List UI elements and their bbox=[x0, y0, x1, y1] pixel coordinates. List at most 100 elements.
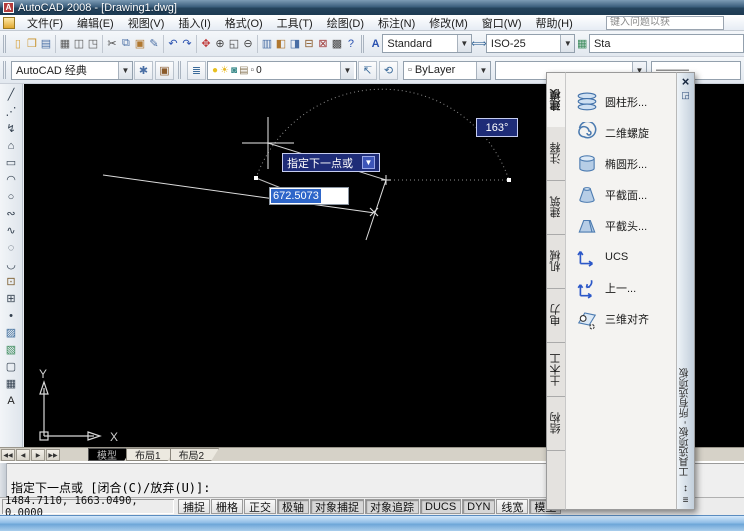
menu-modify[interactable]: 修改(M) bbox=[422, 14, 475, 32]
tool-elliptical-cylinder[interactable]: 椭圆形... bbox=[576, 152, 672, 176]
status-snap-toggle[interactable]: 捕捉 bbox=[178, 499, 210, 514]
layer-combo[interactable]: ● ☀ ◙ ▤ ▫ 0 ▼ bbox=[207, 61, 357, 80]
revision-cloud-button[interactable]: ∾ bbox=[2, 205, 21, 222]
tool-ucs[interactable]: UCS bbox=[576, 245, 672, 269]
status-dyn-toggle[interactable]: DYN bbox=[462, 499, 495, 514]
polygon-button[interactable]: ⌂ bbox=[2, 137, 21, 154]
menu-draw[interactable]: 绘图(D) bbox=[320, 14, 371, 32]
tab-nav-first[interactable]: ◀◀ bbox=[1, 449, 15, 461]
make-object-layer-current-button[interactable]: ↸ bbox=[358, 61, 377, 80]
bulb-icon[interactable]: ● bbox=[212, 65, 218, 76]
publish-button[interactable]: ◳ bbox=[86, 34, 100, 53]
gradient-button[interactable]: ▧ bbox=[2, 341, 21, 358]
autohide-icon[interactable]: ◲ bbox=[681, 89, 690, 101]
workspace-combo[interactable]: AutoCAD 经典 ▼ bbox=[11, 61, 133, 80]
palette-tab-architectural[interactable]: 建筑 bbox=[547, 181, 565, 235]
point-button[interactable]: • bbox=[2, 307, 21, 324]
color-combo[interactable]: ▫ ByLayer ▼ bbox=[403, 61, 491, 80]
sun-icon[interactable]: ☀ bbox=[220, 65, 229, 76]
toolbar-grip[interactable] bbox=[361, 35, 366, 53]
undo-button[interactable]: ↶ bbox=[166, 34, 180, 53]
circle-button[interactable]: ○ bbox=[2, 188, 21, 205]
palette-tab-modeling[interactable]: 建模 bbox=[547, 73, 565, 127]
palette-tab-civil[interactable]: 土木工 bbox=[547, 343, 565, 397]
save-button[interactable]: ▤ bbox=[39, 34, 53, 53]
menu-edit[interactable]: 编辑(E) bbox=[70, 14, 121, 32]
palette-tab-structural[interactable]: 结构 bbox=[547, 397, 565, 451]
status-polar-toggle[interactable]: 极轴 bbox=[277, 499, 309, 514]
help-button[interactable]: ? bbox=[344, 34, 358, 53]
polyline-button[interactable]: ↯ bbox=[2, 120, 21, 137]
tool-3d-align[interactable]: 三维对齐 bbox=[576, 307, 672, 331]
plot-preview-button[interactable]: ◫ bbox=[72, 34, 86, 53]
dim-style-icon[interactable]: ⟺ bbox=[472, 34, 486, 53]
table-button[interactable]: ▦ bbox=[2, 375, 21, 392]
layer-previous-button[interactable]: ⟲ bbox=[379, 61, 398, 80]
markup-set-manager-button[interactable]: ⊠ bbox=[316, 34, 330, 53]
layer-properties-icon[interactable]: ≣ bbox=[187, 61, 206, 80]
chevron-down-icon[interactable]: ▼ bbox=[560, 35, 574, 52]
toolbar-grip[interactable] bbox=[3, 35, 8, 53]
zoom-realtime-button[interactable]: ⊕ bbox=[213, 34, 227, 53]
status-ducs-toggle[interactable]: DUCS bbox=[420, 499, 461, 514]
text-style-icon[interactable]: A bbox=[369, 34, 383, 53]
palette-tab-annotation[interactable]: 注释 bbox=[547, 127, 565, 181]
command-resize-grip[interactable] bbox=[0, 463, 7, 497]
dyn-options-icon[interactable]: ▼ bbox=[362, 156, 375, 169]
tab-model[interactable]: 模型 bbox=[88, 448, 132, 461]
toolbar-grip[interactable] bbox=[3, 61, 8, 79]
resize-icon[interactable]: ↕ bbox=[683, 483, 688, 495]
multiline-text-button[interactable]: A bbox=[2, 392, 21, 409]
status-osnap-toggle[interactable]: 对象捕捉 bbox=[310, 499, 364, 514]
ellipse-button[interactable]: ◌ bbox=[2, 239, 21, 256]
table-style-combo[interactable]: Sta bbox=[589, 34, 744, 53]
menu-help[interactable]: 帮助(H) bbox=[529, 14, 580, 32]
tab-layout1[interactable]: 布局1 bbox=[126, 448, 176, 461]
tool-ucs-previous[interactable]: 上一... bbox=[576, 276, 672, 300]
designcenter-button[interactable]: ◧ bbox=[274, 34, 288, 53]
table-style-icon[interactable]: ▦ bbox=[575, 34, 589, 53]
arc-button[interactable]: ◠ bbox=[2, 171, 21, 188]
construction-line-button[interactable]: ⋰ bbox=[2, 103, 21, 120]
drawing-doc-icon[interactable] bbox=[3, 17, 15, 29]
paste-button[interactable]: ▣ bbox=[133, 34, 147, 53]
tool-cone-frustum[interactable]: 平截面... bbox=[576, 183, 672, 207]
spline-button[interactable]: ∿ bbox=[2, 222, 21, 239]
rectangle-button[interactable]: ▭ bbox=[2, 154, 21, 171]
chevron-down-icon[interactable]: ▼ bbox=[340, 62, 354, 79]
tool-cylindrical-helix[interactable]: 圆柱形... bbox=[576, 90, 672, 114]
status-grid-toggle[interactable]: 栅格 bbox=[211, 499, 243, 514]
ellipse-arc-button[interactable]: ◡ bbox=[2, 256, 21, 273]
menu-insert[interactable]: 插入(I) bbox=[171, 14, 217, 32]
coordinate-readout[interactable]: 1484.7110, 1663.0490, 0.0000 bbox=[2, 499, 174, 514]
status-lineweight-toggle[interactable]: 线宽 bbox=[496, 499, 528, 514]
menu-file[interactable]: 文件(F) bbox=[20, 14, 70, 32]
dynamic-input-field[interactable]: 672.5073 bbox=[269, 187, 349, 205]
menu-dimension[interactable]: 标注(N) bbox=[371, 14, 422, 32]
dim-style-combo[interactable]: ISO-25 ▼ bbox=[486, 34, 575, 53]
plot-icon[interactable]: ▤ bbox=[239, 65, 248, 76]
cut-button[interactable]: ✂ bbox=[105, 34, 119, 53]
line-button[interactable]: ╱ bbox=[2, 86, 21, 103]
workspace-settings-button[interactable]: ✱ bbox=[134, 61, 153, 80]
close-icon[interactable]: × bbox=[682, 75, 690, 89]
match-properties-button[interactable]: ✎ bbox=[147, 34, 161, 53]
quickcalc-button[interactable]: ▩ bbox=[330, 34, 344, 53]
new-button[interactable]: ▯ bbox=[11, 34, 25, 53]
zoom-window-button[interactable]: ◱ bbox=[227, 34, 241, 53]
open-button[interactable]: ❒ bbox=[25, 34, 39, 53]
sheetset-manager-button[interactable]: ⊟ bbox=[302, 34, 316, 53]
menu-tools[interactable]: 工具(T) bbox=[270, 14, 320, 32]
status-otrack-toggle[interactable]: 对象追踪 bbox=[365, 499, 419, 514]
properties-menu-icon[interactable]: ≡ bbox=[683, 495, 689, 507]
tab-nav-next[interactable]: ▶ bbox=[31, 449, 45, 461]
chevron-down-icon[interactable]: ▼ bbox=[457, 35, 471, 52]
insert-block-button[interactable]: ⊡ bbox=[2, 273, 21, 290]
tool-palettes-button[interactable]: ◨ bbox=[288, 34, 302, 53]
palette-tab-mechanical[interactable]: 机械 bbox=[547, 235, 565, 289]
tool-2d-spiral[interactable]: 二维螺旋 bbox=[576, 121, 672, 145]
help-input[interactable]: 键入问题以获 bbox=[606, 16, 724, 30]
status-ortho-toggle[interactable]: 正交 bbox=[244, 499, 276, 514]
palette-tab-electrical[interactable]: 电力 bbox=[547, 289, 565, 343]
toolbar-grip[interactable] bbox=[178, 61, 183, 79]
